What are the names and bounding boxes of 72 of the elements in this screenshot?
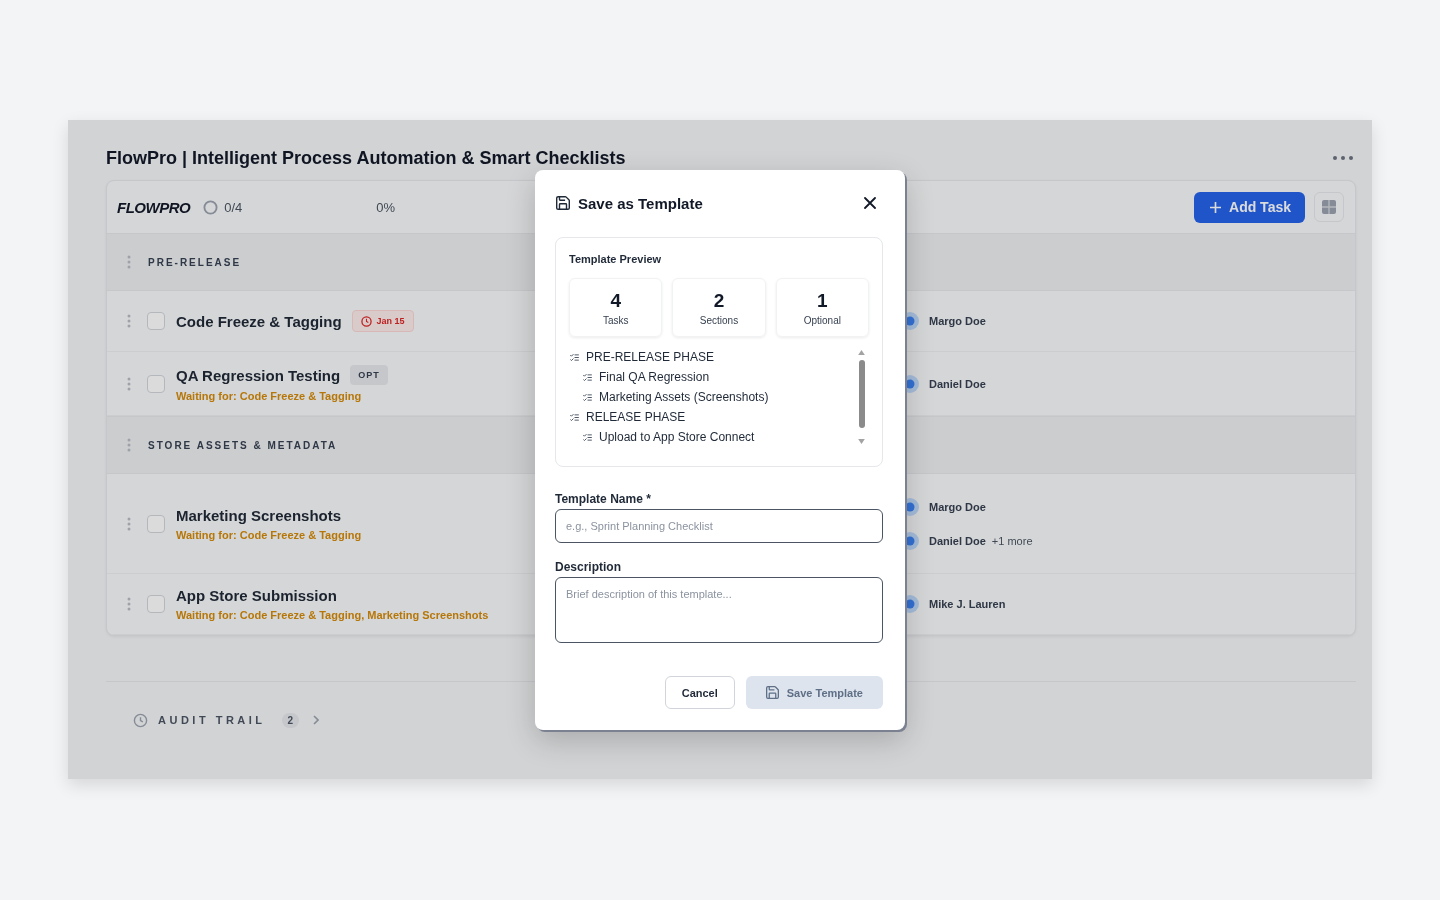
stat-value: 1 bbox=[817, 289, 828, 312]
preview-heading: Template Preview bbox=[569, 252, 663, 267]
scrollbar-thumb[interactable] bbox=[858, 360, 865, 428]
dependency-note: Waiting for: Code Freeze & Tagging, Marketing Screenshots bbox=[176, 609, 489, 621]
task-title: Code Freeze & Tagging bbox=[176, 312, 342, 330]
task-checkbox[interactable] bbox=[147, 514, 165, 533]
checklist-icon bbox=[583, 393, 592, 401]
add-task-button[interactable]: Add Task bbox=[1194, 191, 1305, 223]
save-icon bbox=[765, 686, 779, 699]
dependency-note: Waiting for: Code Freeze & Tagging bbox=[176, 390, 363, 402]
progress-ring-icon bbox=[203, 199, 219, 215]
outline-item: Upload to App Store Connect bbox=[599, 430, 755, 444]
clock-icon[interactable] bbox=[133, 712, 148, 728]
cancel-button[interactable]: Cancel bbox=[664, 676, 735, 709]
assignee-name: Daniel Doe bbox=[929, 377, 986, 390]
app-title: FlowPro | Intelligent Process Automation & Smart Checklists bbox=[106, 147, 626, 169]
assignee-name: Daniel Doe bbox=[929, 534, 986, 547]
progress-count: 0/4 bbox=[224, 199, 243, 215]
chevron-right-icon[interactable] bbox=[313, 715, 320, 725]
stat-label: Sections bbox=[699, 314, 739, 326]
text-input-field[interactable]: e.g., Sprint Planning Checklist bbox=[555, 509, 883, 543]
audit-trail-label[interactable]: AUDIT TRAIL bbox=[158, 714, 266, 726]
drag-handle-icon[interactable] bbox=[127, 438, 131, 452]
scroll-up-icon[interactable] bbox=[858, 350, 865, 355]
field-label: Description bbox=[555, 560, 622, 575]
checklist-icon bbox=[583, 373, 592, 381]
textarea-field[interactable]: Brief description of this template... bbox=[555, 577, 883, 643]
drag-handle-icon[interactable] bbox=[127, 314, 131, 328]
task-checkbox[interactable] bbox=[147, 312, 165, 330]
drag-handle-icon[interactable] bbox=[127, 255, 131, 269]
outline-item: Final QA Regression bbox=[599, 370, 710, 384]
checklist-icon bbox=[570, 413, 579, 421]
close-button[interactable] bbox=[864, 197, 876, 209]
outline-section: RELEASE PHASE bbox=[586, 410, 686, 424]
drag-handle-icon[interactable] bbox=[127, 597, 131, 611]
due-date-text: Jan 15 bbox=[376, 316, 405, 326]
plus-icon bbox=[1210, 201, 1221, 213]
stat-label: Tasks bbox=[602, 314, 629, 326]
optional-tag: OPT bbox=[350, 365, 388, 385]
stat-value: 2 bbox=[713, 289, 725, 312]
assignee-name: Mike J. Lauren bbox=[929, 598, 1006, 610]
dependency-note: Waiting for: Code Freeze & Tagging bbox=[176, 528, 362, 541]
section-title: STORE ASSETS & METADATA bbox=[148, 439, 338, 451]
clock-icon bbox=[360, 315, 372, 327]
field-label: Template Name * bbox=[555, 492, 652, 507]
checklist-icon bbox=[583, 433, 592, 441]
audit-count: 2 bbox=[281, 712, 300, 728]
progress-percent: 0% bbox=[376, 199, 396, 215]
close-icon bbox=[864, 197, 876, 209]
task-title: App Store Submission bbox=[176, 587, 337, 604]
stat-label: Optional bbox=[803, 314, 841, 326]
template-button[interactable] bbox=[1314, 192, 1344, 222]
checklist-icon bbox=[570, 353, 579, 361]
assignee-name: Margo Doe bbox=[929, 315, 986, 327]
more-menu-icon[interactable] bbox=[1333, 156, 1353, 160]
drag-handle-icon[interactable] bbox=[127, 376, 131, 391]
task-title: QA Regression Testing bbox=[176, 366, 341, 384]
dialog-title: Save as Template bbox=[578, 194, 703, 212]
task-checkbox[interactable] bbox=[147, 595, 165, 613]
stat-value: 4 bbox=[610, 289, 621, 312]
logo-text: FLOWPRO bbox=[117, 198, 191, 216]
drag-handle-icon[interactable] bbox=[127, 516, 131, 531]
more-assignees-count: +1 more bbox=[991, 534, 1033, 547]
task-title: Marketing Screenshots bbox=[176, 506, 342, 524]
grid-icon bbox=[1321, 199, 1337, 215]
section-title: PRE-RELEASE bbox=[148, 256, 242, 268]
outline-section: PRE-RELEASE PHASE bbox=[586, 350, 715, 364]
outline-item: Marketing Assets (Screenshots) bbox=[599, 390, 769, 404]
task-checkbox[interactable] bbox=[147, 374, 165, 393]
scroll-down-icon[interactable] bbox=[858, 439, 865, 444]
save-icon bbox=[556, 196, 570, 210]
assignee-name: Margo Doe bbox=[929, 500, 986, 513]
